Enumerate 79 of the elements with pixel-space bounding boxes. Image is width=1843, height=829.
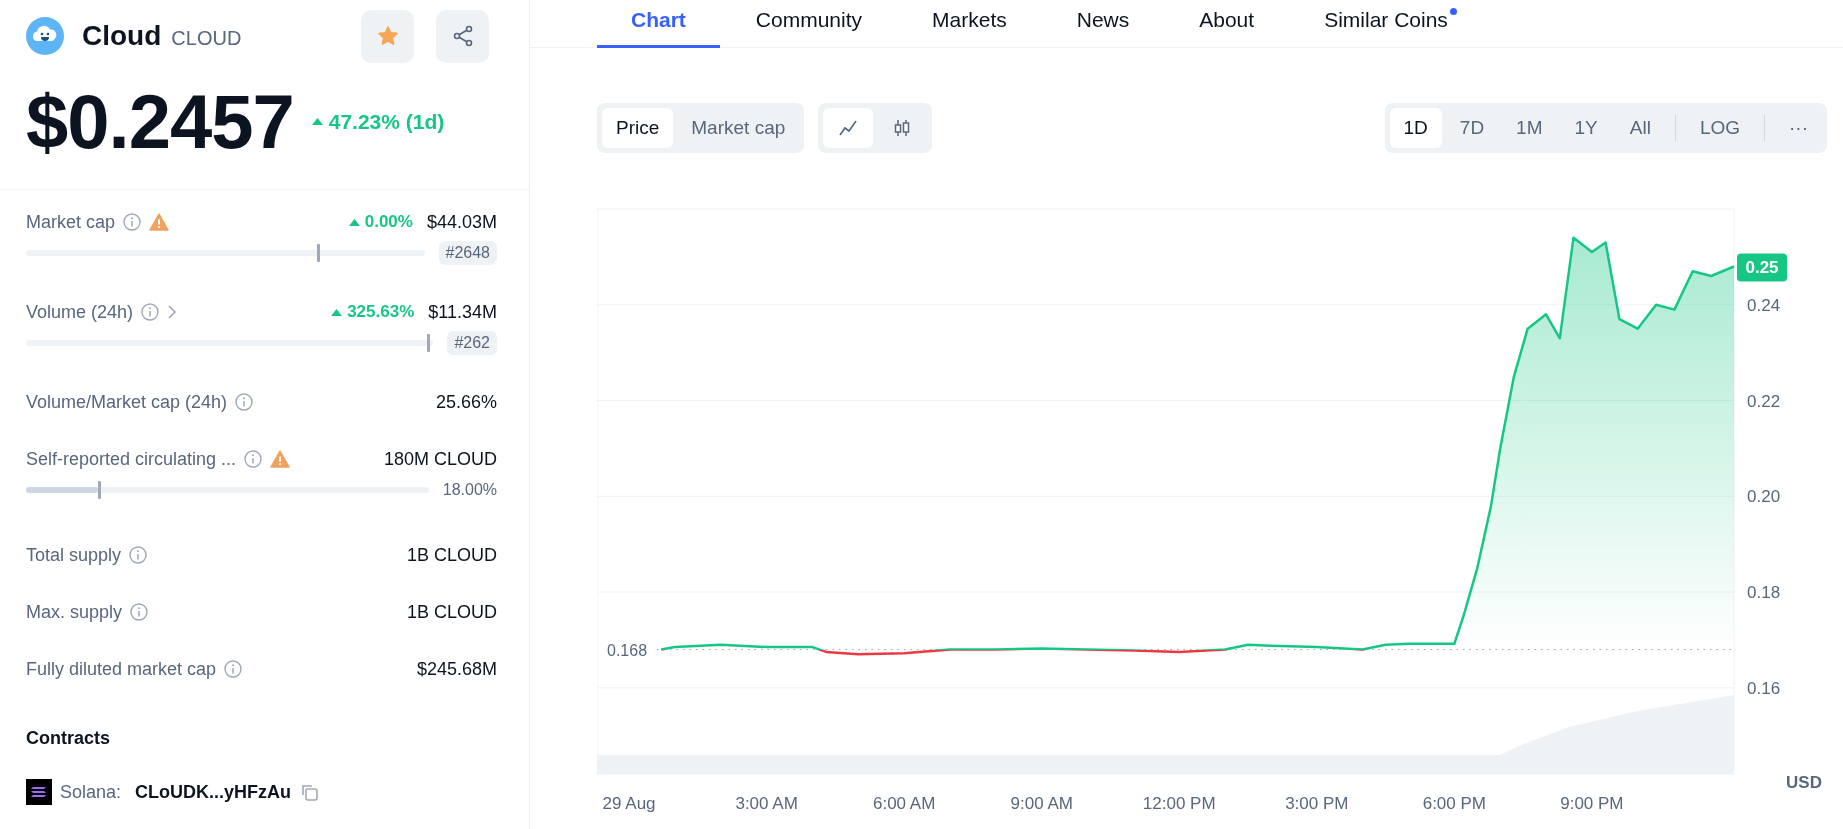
last-price-badge: 0.25 xyxy=(1737,253,1787,282)
coin-price: $0.2457 xyxy=(26,78,294,165)
metric-option[interactable]: Market cap xyxy=(677,108,800,148)
price-change: 47.23% (1d) xyxy=(311,109,445,134)
stat-label: Fully diluted market cap xyxy=(26,658,217,680)
range-option[interactable]: 1D xyxy=(1389,108,1442,148)
up-triangle-icon xyxy=(331,308,343,316)
y-axis-label: 0.18 xyxy=(1747,583,1781,603)
info-icon[interactable] xyxy=(123,213,142,231)
y-axis-label: 0.24 xyxy=(1747,295,1781,315)
cloud-logo-icon xyxy=(26,17,64,55)
x-axis-label: 9:00 AM xyxy=(1010,794,1073,813)
rank-badge: #262 xyxy=(447,331,497,355)
metric-option[interactable]: Price xyxy=(602,108,674,148)
info-icon[interactable] xyxy=(235,393,254,411)
chart-type-button[interactable] xyxy=(823,108,874,148)
chain-name: Solana: xyxy=(60,781,122,803)
nav-tab[interactable]: About xyxy=(1165,0,1289,48)
warning-icon xyxy=(270,450,291,468)
stat-label: Total supply xyxy=(26,544,122,566)
nav-tab[interactable]: Community xyxy=(721,0,897,48)
range-option[interactable]: All xyxy=(1615,108,1665,148)
more-button[interactable]: ··· xyxy=(1775,108,1822,148)
copy-icon[interactable] xyxy=(299,782,320,802)
y-axis-label: 0.20 xyxy=(1747,487,1781,507)
nav-tab[interactable]: Markets xyxy=(898,0,1041,48)
stat-label: Volume (24h) xyxy=(26,301,134,323)
change-percent: 325.63% xyxy=(331,302,415,322)
up-triangle-icon xyxy=(311,118,323,125)
info-icon[interactable] xyxy=(141,303,160,321)
range-option[interactable]: 1M xyxy=(1502,108,1557,148)
warning-icon xyxy=(149,213,170,231)
info-icon[interactable] xyxy=(130,603,149,621)
stat-value: 1B CLOUD xyxy=(406,601,497,623)
chevron-right-icon[interactable] xyxy=(167,305,178,319)
range-option[interactable]: 7D xyxy=(1445,108,1499,148)
contract-address[interactable]: CLoUDK...yHFzAu xyxy=(135,781,292,803)
star-icon xyxy=(376,25,399,47)
contracts-heading: Contracts xyxy=(26,728,111,749)
supply-percent: 18.00% xyxy=(442,481,497,499)
chain-logo-icon xyxy=(26,779,52,805)
currency-label: USD xyxy=(1786,773,1822,792)
info-icon[interactable] xyxy=(244,450,263,468)
stat-value: $11.34M xyxy=(428,301,497,323)
stat-value: 1B CLOUD xyxy=(406,544,497,566)
nav-tab[interactable]: Similar Coins xyxy=(1290,0,1491,48)
favorite-button[interactable] xyxy=(361,9,414,63)
supply-marker xyxy=(98,481,102,499)
x-axis-label: 6:00 AM xyxy=(873,794,936,813)
x-axis-label: 6:00 PM xyxy=(1422,794,1486,813)
log-button[interactable]: LOG xyxy=(1685,108,1754,148)
info-icon[interactable] xyxy=(224,660,243,678)
share-button[interactable] xyxy=(436,9,489,63)
x-axis-label: 12:00 PM xyxy=(1142,794,1216,813)
nav-tab[interactable]: Chart xyxy=(597,0,720,48)
stat-value: $44.03M xyxy=(426,211,497,233)
x-axis-label: 9:00 PM xyxy=(1560,794,1624,813)
stat-value: 25.66% xyxy=(435,391,497,413)
coin-name: Cloud xyxy=(82,20,162,52)
x-axis-label: 3:00 AM xyxy=(735,794,798,813)
y-axis-label: 0.22 xyxy=(1747,391,1781,411)
reference-label: 0.168 xyxy=(607,641,648,659)
up-triangle-icon xyxy=(348,218,360,226)
change-percent: 0.00% xyxy=(348,212,413,232)
nav-tab[interactable]: News xyxy=(1042,0,1164,48)
stat-label: Max. supply xyxy=(26,601,123,623)
info-icon[interactable] xyxy=(129,546,148,564)
stat-label: Market cap xyxy=(26,211,116,233)
stat-value: $245.68M xyxy=(416,658,497,680)
rank-badge: #2648 xyxy=(438,241,497,265)
coin-symbol: CLOUD xyxy=(171,26,242,50)
y-axis-label: 0.16 xyxy=(1747,678,1781,698)
stat-value: 180M CLOUD xyxy=(383,448,497,470)
range-option[interactable]: 1Y xyxy=(1560,108,1612,148)
stat-label: Self-reported circulating ... xyxy=(26,448,237,470)
x-axis-label: 3:00 PM xyxy=(1285,794,1349,813)
x-axis-label: 29 Aug xyxy=(602,794,656,813)
stat-label: Volume/Market cap (24h) xyxy=(26,391,228,413)
annotation: 0.25 xyxy=(1745,258,1779,278)
